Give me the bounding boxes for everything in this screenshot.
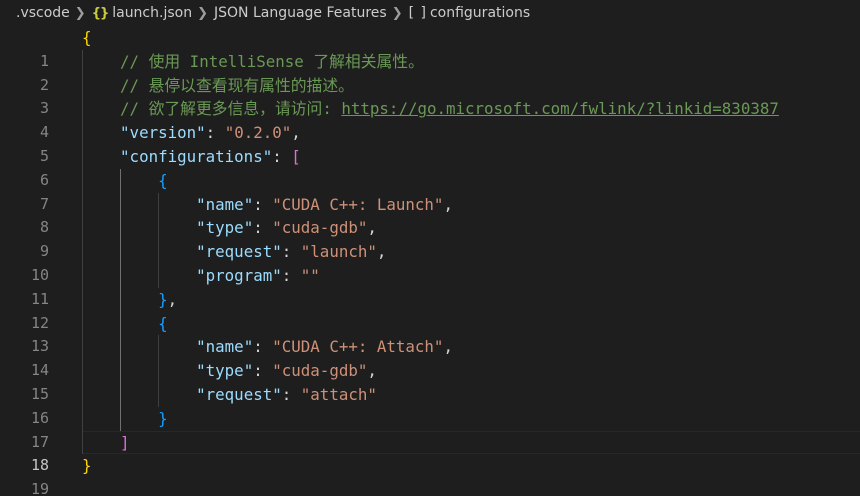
chevron-right-icon: ❯ (197, 5, 208, 21)
close-brace: } (158, 289, 168, 309)
code-text: { (82, 169, 168, 193)
code-text: // 欲了解更多信息，请访问: https://go.microsoft.com… (82, 97, 779, 121)
code-text: } (82, 407, 168, 431)
code-line[interactable]: 9 "type": "cuda-gdb", (0, 216, 860, 260)
code-text: { (82, 312, 168, 336)
code-line[interactable]: 15 "type": "cuda-gdb", (0, 359, 860, 403)
breadcrumb-folder-label: .vscode (16, 5, 70, 21)
code-text: "name": "CUDA C++: Attach", (196, 337, 453, 357)
code-line-current[interactable]: 18 ] (0, 430, 860, 474)
json-key: "configurations" (120, 146, 273, 166)
close-bracket: ] (120, 432, 130, 452)
breadcrumb: .vscode ❯ {} launch.json ❯ JSON Language… (0, 0, 860, 26)
code-line[interactable]: 5 "version": "0.2.0", (0, 121, 860, 165)
json-key: "type" (196, 361, 254, 381)
code-line[interactable]: 3 // 悬停以查看现有属性的描述。 (0, 73, 860, 117)
code-text: ] (82, 431, 130, 455)
json-key: "name" (196, 337, 254, 357)
breadcrumb-file-label: launch.json (112, 5, 193, 21)
chevron-right-icon: ❯ (391, 5, 403, 21)
json-string: "cuda-gdb" (272, 218, 368, 238)
code-text: "name": "CUDA C++: Launch", (196, 194, 453, 214)
json-key: "request" (196, 242, 282, 262)
code-line[interactable]: 8 "name": "CUDA C++: Launch", (0, 192, 860, 236)
code-line[interactable]: 19 } (0, 454, 860, 496)
code-line[interactable]: 6 "configurations": [ (0, 144, 860, 189)
close-brace: } (158, 408, 168, 428)
open-brace: { (82, 28, 92, 47)
docs-link[interactable]: https://go.microsoft.com/fwlink/?linkid=… (341, 99, 778, 118)
json-file-icon: {} (91, 5, 109, 21)
code-text: "request": "launch", (196, 242, 387, 262)
open-brace: { (158, 170, 168, 190)
array-symbol-icon: [ ] (408, 5, 427, 21)
code-text: // 使用 IntelliSense 了解相关属性。 (82, 50, 424, 74)
json-key: "program" (196, 265, 282, 285)
json-string: "launch" (300, 242, 377, 262)
code-line[interactable]: 4 // 欲了解更多信息，请访问: https://go.microsoft.c… (0, 97, 860, 141)
code-text: "program": "" (196, 265, 320, 285)
line-number: 19 (30, 480, 49, 496)
open-brace: { (158, 313, 168, 333)
code-line[interactable]: 13 { (0, 311, 860, 355)
comment: // 悬停以查看现有属性的描述。 (120, 75, 354, 95)
code-line[interactable]: 16 "request": "attach" (0, 382, 860, 427)
code-text: } (82, 454, 92, 478)
code-text: { (82, 26, 92, 50)
breadcrumb-section-label: JSON Language Features (213, 5, 387, 21)
code-line[interactable]: 2 // 使用 IntelliSense 了解相关属性。 (0, 49, 860, 94)
code-line[interactable]: 7 { (0, 168, 860, 213)
code-text: }, (158, 289, 178, 309)
code-line[interactable]: 1 { (0, 26, 860, 70)
code-text: "type": "cuda-gdb", (196, 361, 377, 381)
close-brace: } (82, 456, 92, 476)
json-string: "CUDA C++: Attach" (272, 337, 444, 357)
json-string: "0.2.0" (224, 123, 292, 143)
comment: // 欲了解更多信息，请访问: (120, 99, 342, 119)
code-editor[interactable]: .vscode ❯ {} launch.json ❯ JSON Language… (0, 0, 860, 496)
code-text: "version": "0.2.0", (120, 123, 301, 143)
breadcrumb-file[interactable]: {} launch.json (92, 5, 192, 21)
json-key: "version" (120, 123, 206, 143)
json-key: "request" (196, 384, 282, 404)
json-string: "" (300, 265, 320, 285)
open-bracket: [ (291, 146, 301, 166)
json-key: "type" (196, 218, 254, 238)
code-text: "configurations": [ (120, 146, 301, 166)
code-lines[interactable]: 1 { 2 // 使用 IntelliSense 了解相关属性。 3 // 悬停… (0, 26, 860, 496)
breadcrumb-symbol[interactable]: [ ] configurations (409, 5, 531, 21)
breadcrumb-folder[interactable]: .vscode (16, 5, 70, 21)
chevron-right-icon: ❯ (74, 5, 86, 21)
json-string: "attach" (300, 384, 377, 404)
code-line[interactable]: 17 } (0, 406, 860, 451)
json-string: "CUDA C++: Launch" (272, 194, 444, 214)
code-text: "type": "cuda-gdb", (196, 218, 377, 238)
code-text: "request": "attach" (196, 384, 377, 404)
code-line[interactable]: 12 }, (0, 287, 860, 332)
breadcrumb-symbol-label: configurations (429, 5, 531, 21)
code-line[interactable]: 14 "name": "CUDA C++: Attach", (0, 335, 860, 379)
breadcrumb-section[interactable]: JSON Language Features (214, 5, 387, 21)
json-key: "name" (196, 194, 254, 214)
code-line[interactable]: 10 "request": "launch", (0, 240, 860, 284)
code-text: // 悬停以查看现有属性的描述。 (82, 74, 354, 98)
json-string: "cuda-gdb" (272, 361, 368, 381)
comment: // 使用 IntelliSense 了解相关属性。 (120, 51, 424, 71)
code-line[interactable]: 11 "program": "" (0, 263, 860, 308)
